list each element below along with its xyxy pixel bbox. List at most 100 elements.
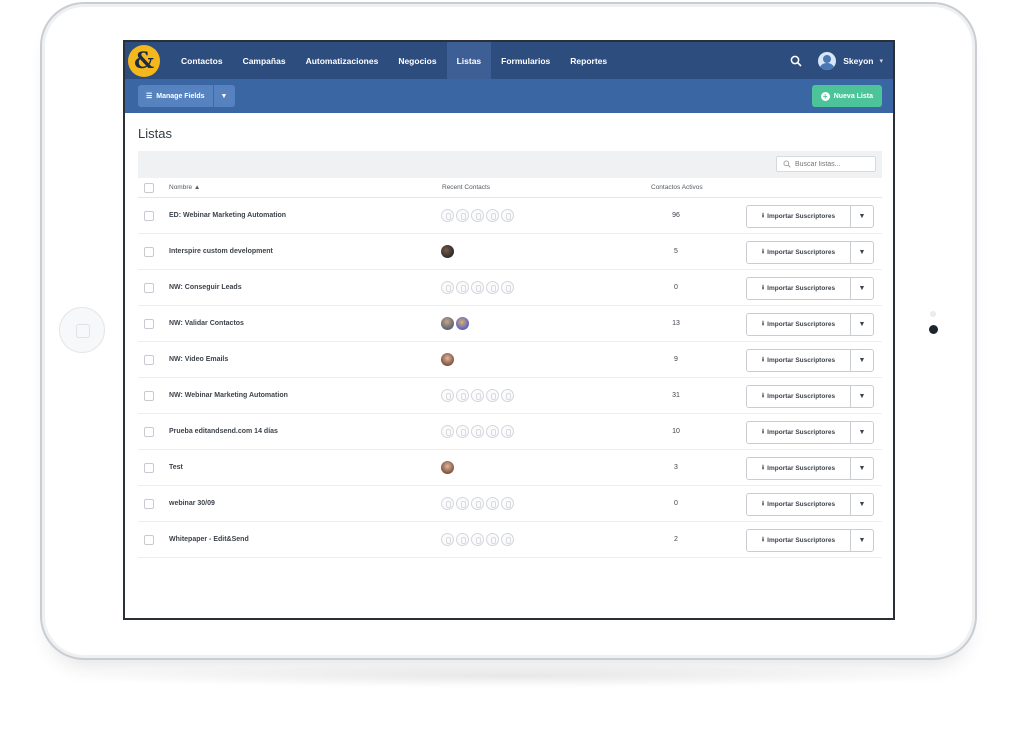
header-active-contacts: Contactos Activos (651, 184, 703, 191)
import-button-group: ⭳ Importar Suscriptores ▼ (746, 277, 874, 300)
import-subscribers-button[interactable]: ⭳ Importar Suscriptores (747, 422, 851, 443)
download-arrow-icon: ⭳ (761, 392, 765, 399)
import-subscribers-button[interactable]: ⭳ Importar Suscriptores (747, 386, 851, 407)
list-name[interactable]: Test (169, 464, 183, 471)
import-subscribers-label: Importar Suscriptores (767, 285, 836, 292)
recent-contacts (441, 425, 514, 438)
nav-item-automatizaciones[interactable]: Automatizaciones (296, 42, 389, 79)
row-actions-dropdown[interactable]: ▼ (851, 242, 873, 263)
import-subscribers-button[interactable]: ⭳ Importar Suscriptores (747, 458, 851, 479)
row-checkbox[interactable] (144, 498, 154, 509)
row-actions-dropdown[interactable]: ▼ (851, 422, 873, 443)
header-name[interactable]: Nombre ▲ (169, 184, 200, 191)
row-actions-dropdown[interactable]: ▼ (851, 206, 873, 227)
caret-down-icon: ▼ (858, 285, 866, 292)
import-subscribers-button[interactable]: ⭳ Importar Suscriptores (747, 206, 851, 227)
contact-placeholder-icon (441, 533, 454, 546)
download-arrow-icon: ⭳ (761, 212, 765, 219)
list-name[interactable]: Whitepaper - Edit&Send (169, 536, 249, 543)
import-subscribers-button[interactable]: ⭳ Importar Suscriptores (747, 530, 851, 551)
list-name[interactable]: ED: Webinar Marketing Automation (169, 212, 286, 219)
contact-avatar[interactable] (441, 245, 454, 258)
row-actions-dropdown[interactable]: ▼ (851, 278, 873, 299)
manage-fields-button[interactable]: ☰ Manage Fields (138, 85, 213, 107)
caret-down-icon: ▼ (220, 92, 228, 100)
row-checkbox[interactable] (144, 534, 154, 545)
row-actions-dropdown[interactable]: ▼ (851, 314, 873, 335)
plus-circle-icon: + (820, 91, 830, 101)
select-all-checkbox[interactable] (144, 182, 154, 193)
search-icon[interactable] (788, 53, 804, 69)
row-checkbox[interactable] (144, 390, 154, 401)
row-checkbox[interactable] (144, 354, 154, 365)
nav-item-formularios[interactable]: Formularios (491, 42, 560, 79)
list-name[interactable]: webinar 30/09 (169, 500, 215, 507)
chevron-down-icon[interactable]: ▾ (879, 57, 883, 65)
import-button-group: ⭳ Importar Suscriptores ▼ (746, 493, 874, 516)
caret-down-icon: ▼ (858, 213, 866, 220)
list-name[interactable]: NW: Conseguir Leads (169, 284, 242, 291)
nav-item-contactos[interactable]: Contactos (171, 42, 233, 79)
row-checkbox[interactable] (144, 426, 154, 437)
row-checkbox[interactable] (144, 318, 154, 329)
contact-avatar[interactable] (441, 317, 454, 330)
manage-fields-dropdown[interactable]: ▼ (212, 85, 235, 107)
contact-placeholder-icon (501, 389, 514, 402)
manage-fields-button-group: ☰ Manage Fields ▼ (138, 85, 235, 107)
import-subscribers-label: Importar Suscriptores (767, 357, 836, 364)
download-arrow-icon: ⭳ (761, 356, 765, 363)
table-row: Interspire custom development 5 ⭳ Importar … (138, 234, 882, 270)
import-button-group: ⭳ Importar Suscriptores ▼ (746, 385, 874, 408)
row-actions-dropdown[interactable]: ▼ (851, 386, 873, 407)
nav-item-campa-as[interactable]: Campañas (233, 42, 296, 79)
import-button-group: ⭳ Importar Suscriptores ▼ (746, 457, 874, 480)
import-subscribers-label: Importar Suscriptores (767, 249, 836, 256)
import-subscribers-button[interactable]: ⭳ Importar Suscriptores (747, 494, 851, 515)
row-actions-dropdown[interactable]: ▼ (851, 350, 873, 371)
row-checkbox[interactable] (144, 246, 154, 257)
row-checkbox[interactable] (144, 282, 154, 293)
new-list-button[interactable]: + Nueva Lista (811, 85, 882, 107)
user-name[interactable]: Skeyon (843, 56, 873, 66)
import-subscribers-button[interactable]: ⭳ Importar Suscriptores (747, 242, 851, 263)
search-lists-field[interactable] (776, 156, 876, 172)
recent-contacts (441, 389, 514, 402)
list-name[interactable]: Prueba editandsend.com 14 días (169, 428, 278, 435)
contact-avatar[interactable] (441, 353, 454, 366)
import-subscribers-button[interactable]: ⭳ Importar Suscriptores (747, 350, 851, 371)
recent-contacts (441, 461, 454, 474)
contact-placeholder-icon (471, 533, 484, 546)
active-contacts-count: 10 (672, 428, 680, 435)
active-contacts-count: 96 (672, 212, 680, 219)
row-actions-dropdown[interactable]: ▼ (851, 458, 873, 479)
active-contacts-count: 31 (672, 392, 680, 399)
row-checkbox[interactable] (144, 210, 154, 221)
user-avatar[interactable] (818, 51, 837, 70)
contact-avatar[interactable] (441, 461, 454, 474)
nav-item-listas[interactable]: Listas (446, 42, 492, 79)
contact-avatar[interactable] (456, 317, 469, 330)
nav-item-reportes[interactable]: Reportes (560, 42, 617, 79)
contact-placeholder-icon (441, 389, 454, 402)
import-subscribers-label: Importar Suscriptores (767, 321, 836, 328)
new-list-label: Nueva Lista (833, 92, 873, 100)
nav-item-negocios[interactable]: Negocios (388, 42, 446, 79)
list-name[interactable]: NW: Video Emails (169, 356, 228, 363)
caret-down-icon: ▼ (858, 393, 866, 400)
app-logo[interactable]: & (128, 44, 160, 77)
list-name[interactable]: NW: Webinar Marketing Automation (169, 392, 288, 399)
contact-placeholder-icon (486, 281, 499, 294)
search-lists-input[interactable] (795, 160, 875, 168)
row-actions-dropdown[interactable]: ▼ (851, 494, 873, 515)
row-checkbox[interactable] (144, 462, 154, 473)
import-subscribers-button[interactable]: ⭳ Importar Suscriptores (747, 278, 851, 299)
list-name[interactable]: NW: Validar Contactos (169, 320, 244, 327)
import-subscribers-label: Importar Suscriptores (767, 465, 836, 472)
list-name[interactable]: Interspire custom development (169, 248, 273, 255)
caret-down-icon: ▼ (858, 501, 866, 508)
table-row: NW: Validar Contactos 13 ⭳ Importar Suscrip… (138, 306, 882, 342)
caret-down-icon: ▼ (858, 321, 866, 328)
row-actions-dropdown[interactable]: ▼ (851, 530, 873, 551)
recent-contacts (441, 497, 514, 510)
import-subscribers-button[interactable]: ⭳ Importar Suscriptores (747, 314, 851, 335)
